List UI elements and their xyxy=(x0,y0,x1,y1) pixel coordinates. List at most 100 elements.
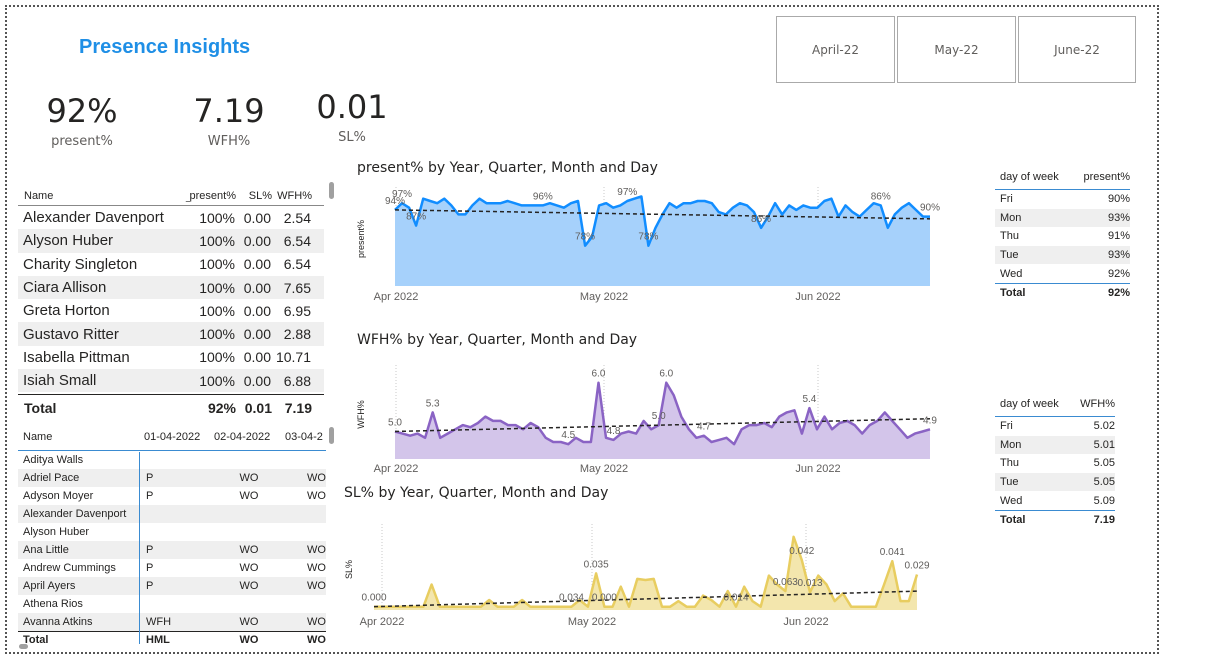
slicer-may[interactable]: May-22 xyxy=(897,16,1016,83)
employee-wfh: 10.71 xyxy=(275,349,311,366)
day-row[interactable]: Thu 5.05 xyxy=(995,454,1115,473)
matrix-col-name[interactable]: Name ▲ xyxy=(18,431,144,443)
col-header-name[interactable]: Name xyxy=(18,190,184,202)
present-day-col-header[interactable]: day of week xyxy=(995,171,1074,183)
data-label: 5.3 xyxy=(426,398,440,409)
matrix-cell-day-1: P xyxy=(146,544,154,556)
table-row[interactable]: Gustavo Ritter 100% 0.00 2.88 xyxy=(18,322,324,346)
employee-wfh: 7.65 xyxy=(283,279,311,296)
day-row[interactable]: Tue 93% xyxy=(995,245,1130,265)
day-label: Wed xyxy=(1000,494,1023,507)
matrix-row[interactable]: April Ayers P WO WO xyxy=(18,577,326,595)
data-label: 0.063 xyxy=(773,577,798,588)
day-label: Tue xyxy=(1000,476,1019,489)
present-value-col-header[interactable]: present% xyxy=(1074,171,1130,183)
table-row[interactable]: Isabella Pittman 100% 0.00 10.71 xyxy=(18,346,324,369)
data-label: 0.035 xyxy=(584,559,609,570)
matrix-horizontal-scrollbar[interactable] xyxy=(19,644,28,649)
kpi-sl-value: 0.01 xyxy=(316,88,388,126)
matrix-name: Alyson Huber xyxy=(23,526,90,538)
matrix-vertical-scrollbar[interactable] xyxy=(329,427,334,444)
employee-table-scrollbar[interactable] xyxy=(329,182,334,199)
employee-sl: 0.00 xyxy=(243,302,271,319)
data-label: 5.0 xyxy=(388,417,402,428)
matrix-row[interactable]: Adyson Moyer P WO WO xyxy=(18,487,326,505)
data-label: 4.8 xyxy=(607,426,621,437)
matrix-row[interactable]: Adriel Pace P WO WO xyxy=(18,469,326,487)
table-row[interactable]: Alyson Huber 100% 0.00 6.54 xyxy=(18,229,324,253)
matrix-cell-day-2: WO xyxy=(239,580,259,592)
present-area-chart[interactable]: 94%97%87%96%78%97%78%86%86%90%Apr 2022 Ma… xyxy=(352,180,952,310)
matrix-cell-day-2: WO xyxy=(239,544,259,556)
wfh-area-chart[interactable]: 5.0 5.3 4.5 6.0 4.8 5.0 6.0 4.7 5.4 4.9 Apr 2022 Ma… xyxy=(352,352,952,482)
data-label: 96% xyxy=(533,191,553,202)
matrix-cell-day-2: WO xyxy=(239,472,259,484)
data-label: 4.7 xyxy=(697,422,711,433)
data-label: 0.042 xyxy=(789,546,814,557)
matrix-cell-day-1: P xyxy=(146,562,154,574)
employee-present: 100% xyxy=(199,302,235,319)
employee-name: Isiah Small xyxy=(23,372,97,390)
col-header-present[interactable]: present% ▼ xyxy=(184,190,236,202)
matrix-total-1: HML xyxy=(146,634,170,646)
matrix-cell-day-2: WO xyxy=(239,562,259,574)
matrix-row[interactable]: Aditya Walls xyxy=(18,451,326,469)
matrix-row[interactable]: Andrew Cummings P WO WO xyxy=(18,559,326,577)
table-row[interactable]: Greta Horton 100% 0.00 6.95 xyxy=(18,299,324,322)
col-header-wfh[interactable]: WFH% xyxy=(272,190,312,202)
matrix-cell-day-1: P xyxy=(146,580,154,592)
wfh-day-total-value: 7.19 xyxy=(1093,513,1115,526)
matrix-row[interactable]: Alyson Huber xyxy=(18,523,326,541)
total-present: 92% xyxy=(207,400,236,417)
day-value: 92% xyxy=(1107,267,1130,280)
employee-sl: 0.00 xyxy=(243,256,271,273)
table-row[interactable]: Isiah Small 100% 0.00 6.88 xyxy=(18,369,324,393)
day-label: Thu xyxy=(1000,230,1019,243)
data-label: 0.000 xyxy=(361,593,386,604)
matrix-col-date-1[interactable]: 01-04-2022 xyxy=(144,431,214,443)
matrix-cell-day-3: WO xyxy=(307,472,326,484)
data-label: 0.034 xyxy=(559,593,584,604)
slicer-june[interactable]: June-22 xyxy=(1018,16,1136,83)
data-label: 4.9 xyxy=(923,415,937,426)
wfh-day-total-label: Total xyxy=(1000,513,1026,526)
employee-wfh: 2.54 xyxy=(283,209,311,226)
day-row[interactable]: Tue 5.05 xyxy=(995,472,1115,492)
col-header-sl[interactable]: SL% xyxy=(236,190,272,202)
matrix-col-date-3[interactable]: 03-04-2 xyxy=(285,431,326,443)
matrix-row[interactable]: Alexander Davenport xyxy=(18,505,326,523)
day-row[interactable]: Thu 91% xyxy=(995,227,1130,246)
day-label: Fri xyxy=(1000,420,1013,433)
employee-sl: 0.00 xyxy=(243,279,271,296)
day-row[interactable]: Mon 93% xyxy=(995,208,1130,228)
kpi-present-card: 92% present% xyxy=(46,92,118,149)
matrix-row[interactable]: Ana Little P WO WO xyxy=(18,541,326,559)
day-value: 93% xyxy=(1107,249,1130,262)
day-row[interactable]: Mon 5.01 xyxy=(995,435,1115,455)
day-label: Fri xyxy=(1000,193,1013,206)
wfh-value-col-header[interactable]: WFH% xyxy=(1072,398,1115,410)
matrix-name: April Ayers xyxy=(23,580,76,592)
table-row[interactable]: Ciara Allison 100% 0.00 7.65 xyxy=(18,275,324,300)
matrix-cell-day-3: WO xyxy=(307,562,326,574)
day-row[interactable]: Fri 90% xyxy=(995,190,1130,209)
matrix-row[interactable]: Athena Rios xyxy=(18,595,326,613)
matrix-row[interactable]: Avanna Atkins WFH WO WO xyxy=(18,613,326,631)
table-row[interactable]: Charity Singleton 100% 0.00 6.54 xyxy=(18,253,324,276)
day-row[interactable]: Wed 92% xyxy=(995,264,1130,283)
day-value: 5.01 xyxy=(1093,438,1115,451)
data-label: 0.013 xyxy=(798,578,823,589)
matrix-divider xyxy=(139,452,140,644)
wfh-day-col-header[interactable]: day of week xyxy=(995,398,1072,410)
slicer-april[interactable]: April-22 xyxy=(776,16,895,83)
x-tick-label: Apr 2022 xyxy=(360,616,405,628)
day-row[interactable]: Fri 5.02 xyxy=(995,417,1115,436)
table-row[interactable]: Alexander Davenport 100% 0.00 2.54 xyxy=(18,206,324,229)
employee-sl: 0.00 xyxy=(243,349,271,366)
employee-name: Gustavo Ritter xyxy=(23,325,119,343)
sl-chart-title: SL% by Year, Quarter, Month and Day xyxy=(344,485,609,501)
sl-area-chart[interactable]: 0.000 0.034 0.035 0.000 0.014 0.063 0.042 0.013… xyxy=(340,505,940,635)
matrix-col-date-2[interactable]: 02-04-2022 xyxy=(214,431,285,443)
kpi-wfh-card: 7.19 WFH% xyxy=(190,92,268,149)
day-row[interactable]: Wed 5.09 xyxy=(995,491,1115,510)
